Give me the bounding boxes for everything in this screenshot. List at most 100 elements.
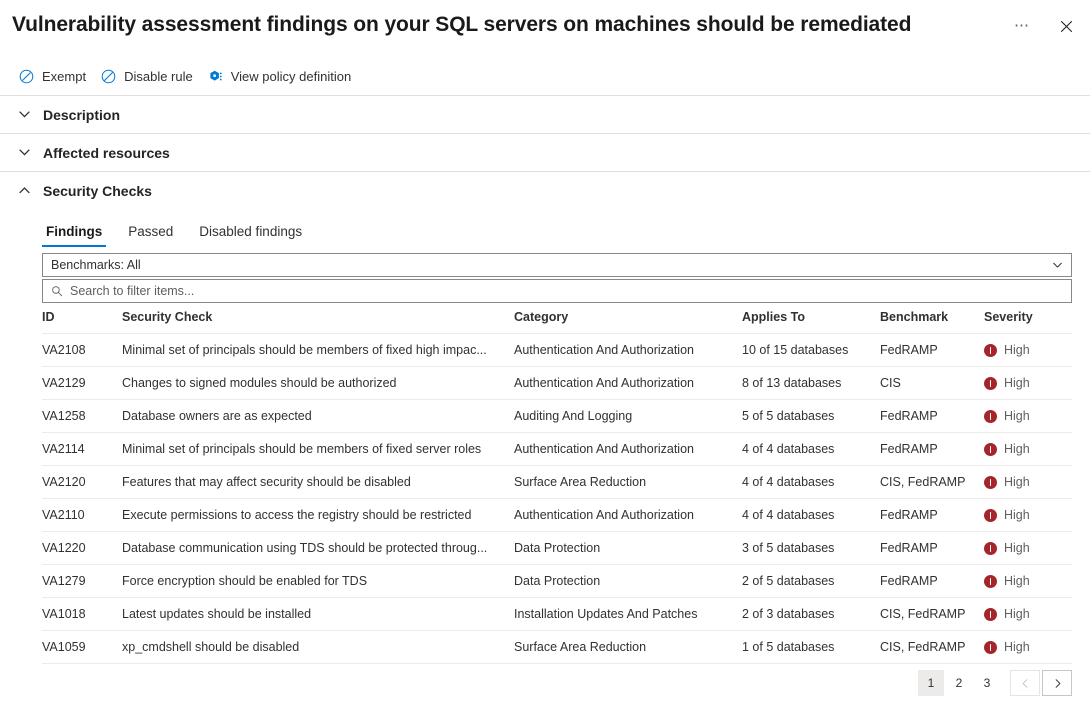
view-policy-definition-button[interactable]: View policy definition	[203, 63, 361, 90]
column-header-category[interactable]: Category	[514, 310, 742, 334]
cell-applies-to: 3 of 5 databases	[742, 532, 880, 565]
cell-check: Execute permissions to access the regist…	[122, 499, 514, 532]
close-button[interactable]	[1052, 12, 1080, 40]
section-description-header[interactable]: Description	[0, 96, 1090, 133]
cell-category: Surface Area Reduction	[514, 466, 742, 499]
severity-label: High	[1004, 376, 1030, 390]
cell-id: VA2114	[42, 433, 122, 466]
cell-severity: High	[984, 565, 1072, 598]
ellipsis-icon: ⋯	[1014, 22, 1030, 30]
cell-severity: High	[984, 433, 1072, 466]
column-header-check[interactable]: Security Check	[122, 310, 514, 334]
severity-high-icon	[984, 641, 997, 654]
section-affected-resources-header[interactable]: Affected resources	[0, 134, 1090, 171]
exempt-button[interactable]: Exempt	[14, 63, 96, 90]
cell-benchmark: CIS, FedRAMP	[880, 631, 984, 664]
tab-disabled-findings[interactable]: Disabled findings	[193, 220, 308, 247]
benchmarks-select-value: Benchmarks: All	[51, 258, 141, 272]
severity-badge: High	[984, 466, 1064, 498]
cell-applies-to: 5 of 5 databases	[742, 400, 880, 433]
table-row[interactable]: VA1258Database owners are as expectedAud…	[42, 400, 1072, 433]
cell-applies-to: 10 of 15 databases	[742, 334, 880, 367]
section-description-title: Description	[43, 107, 120, 123]
cell-id: VA1258	[42, 400, 122, 433]
page-button-2[interactable]: 2	[946, 670, 972, 696]
disable-rule-button[interactable]: Disable rule	[96, 63, 203, 90]
cell-check: Database communication using TDS should …	[122, 532, 514, 565]
cell-check: Database owners are as expected	[122, 400, 514, 433]
severity-high-icon	[984, 443, 997, 456]
severity-label: High	[1004, 475, 1030, 489]
table-row[interactable]: VA1220Database communication using TDS s…	[42, 532, 1072, 565]
cell-id: VA2108	[42, 334, 122, 367]
table-row[interactable]: VA2129Changes to signed modules should b…	[42, 367, 1072, 400]
severity-label: High	[1004, 409, 1030, 423]
severity-label: High	[1004, 640, 1030, 654]
cell-category: Authentication And Authorization	[514, 499, 742, 532]
table-row[interactable]: VA1018Latest updates should be installed…	[42, 598, 1072, 631]
page-button-3[interactable]: 3	[974, 670, 1000, 696]
cell-benchmark: CIS	[880, 367, 984, 400]
cell-applies-to: 2 of 5 databases	[742, 565, 880, 598]
tab-passed-label: Passed	[128, 224, 173, 239]
column-header-applies-to[interactable]: Applies To	[742, 310, 880, 334]
cell-applies-to: 4 of 4 databases	[742, 433, 880, 466]
cell-category: Authentication And Authorization	[514, 334, 742, 367]
cell-check: Force encryption should be enabled for T…	[122, 565, 514, 598]
cell-check: Changes to signed modules should be auth…	[122, 367, 514, 400]
tab-findings[interactable]: Findings	[40, 220, 108, 247]
chevron-up-icon	[18, 184, 31, 197]
table-row[interactable]: VA2114Minimal set of principals should b…	[42, 433, 1072, 466]
cell-benchmark: CIS, FedRAMP	[880, 598, 984, 631]
column-header-benchmark[interactable]: Benchmark	[880, 310, 984, 334]
cell-severity: High	[984, 400, 1072, 433]
filter-controls: Benchmarks: All Search to filter items..…	[0, 247, 1090, 303]
search-filter-box[interactable]: Search to filter items...	[42, 279, 1072, 303]
column-header-severity[interactable]: Severity	[984, 310, 1072, 334]
cell-applies-to: 2 of 3 databases	[742, 598, 880, 631]
severity-label: High	[1004, 607, 1030, 621]
table-row[interactable]: VA1059xp_cmdshell should be disabledSurf…	[42, 631, 1072, 664]
cell-category: Authentication And Authorization	[514, 433, 742, 466]
cell-severity: High	[984, 334, 1072, 367]
chevron-left-icon	[1020, 678, 1031, 689]
findings-table-body: VA2108Minimal set of principals should b…	[42, 334, 1072, 664]
severity-label: High	[1004, 343, 1030, 357]
cell-severity: High	[984, 631, 1072, 664]
page-button-1[interactable]: 1	[918, 670, 944, 696]
table-row[interactable]: VA2108Minimal set of principals should b…	[42, 334, 1072, 367]
more-options-button[interactable]: ⋯	[1008, 12, 1036, 40]
pagination: 123	[0, 664, 1090, 696]
cell-benchmark: FedRAMP	[880, 565, 984, 598]
tab-passed[interactable]: Passed	[122, 220, 179, 247]
section-description: Description	[0, 95, 1090, 133]
cell-id: VA2120	[42, 466, 122, 499]
table-row[interactable]: VA2120Features that may affect security …	[42, 466, 1072, 499]
findings-table: ID Security Check Category Applies To Be…	[42, 310, 1072, 664]
disable-rule-label: Disable rule	[124, 69, 193, 84]
severity-high-icon	[984, 542, 997, 555]
page-title: Vulnerability assessment findings on you…	[12, 10, 1090, 40]
severity-badge: High	[984, 532, 1064, 564]
command-bar: Exempt Disable rule View policy definiti…	[0, 57, 1090, 95]
table-row[interactable]: VA1279Force encryption should be enabled…	[42, 565, 1072, 598]
cell-id: VA2129	[42, 367, 122, 400]
severity-high-icon	[984, 410, 997, 423]
column-header-id[interactable]: ID	[42, 310, 122, 334]
section-security-checks-header[interactable]: Security Checks	[0, 172, 1090, 209]
disable-rule-icon	[100, 68, 117, 85]
findings-tablist: Findings Passed Disabled findings	[0, 209, 1090, 247]
severity-badge: High	[984, 499, 1064, 531]
cell-benchmark: FedRAMP	[880, 433, 984, 466]
cell-check: Latest updates should be installed	[122, 598, 514, 631]
severity-high-icon	[984, 575, 997, 588]
cell-category: Data Protection	[514, 532, 742, 565]
severity-label: High	[1004, 541, 1030, 555]
severity-badge: High	[984, 565, 1064, 597]
next-page-button[interactable]	[1042, 670, 1072, 696]
severity-badge: High	[984, 433, 1064, 465]
table-row[interactable]: VA2110Execute permissions to access the …	[42, 499, 1072, 532]
severity-badge: High	[984, 631, 1064, 663]
severity-badge: High	[984, 367, 1064, 399]
benchmarks-select[interactable]: Benchmarks: All	[42, 253, 1072, 277]
